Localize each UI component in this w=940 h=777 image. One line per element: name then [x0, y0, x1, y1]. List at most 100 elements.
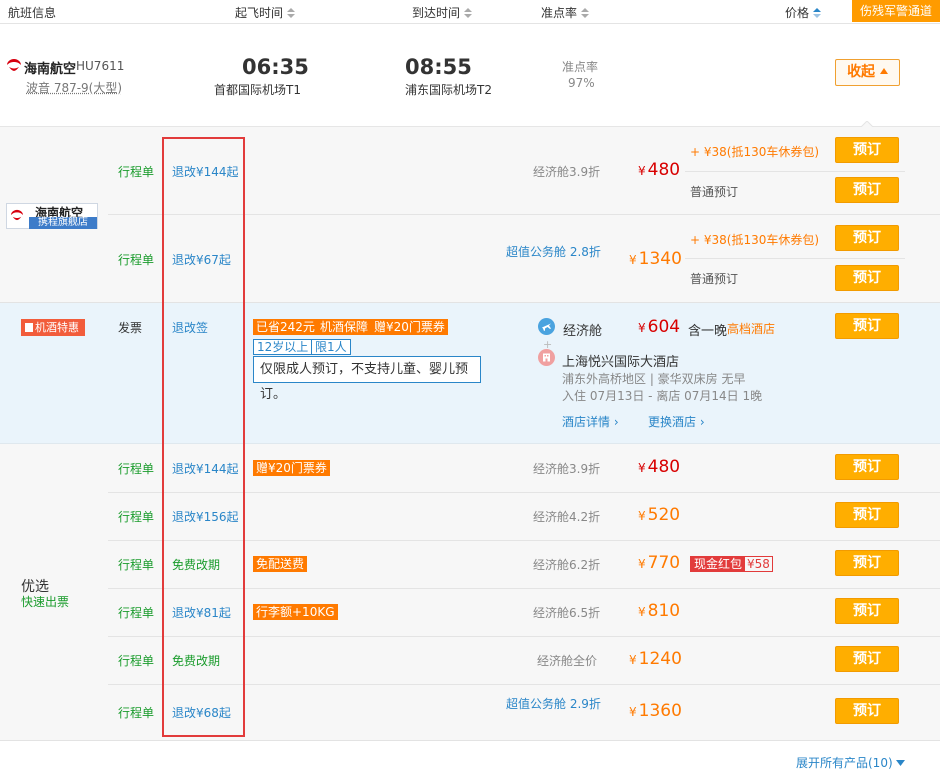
age-tag: 12岁以上 — [253, 339, 313, 355]
price-value: 1240 — [638, 649, 682, 669]
change-hotel-link-label: 更换酒店 — [648, 415, 697, 429]
depart-airport: 首都国际机场T1 — [214, 83, 301, 97]
price-value: 604 — [647, 317, 681, 337]
preferred-group: 优选 快速出票 行程单 退改¥144起 赠¥20门票券 经济舱3.9折 ¥480… — [0, 444, 940, 741]
currency-symbol: ¥ — [638, 461, 646, 475]
normal-booking-label: 普通预订 — [690, 185, 739, 199]
ticket-type: 行程单 — [118, 654, 155, 668]
guarantee-tag: 机酒保障 — [317, 319, 372, 335]
header-arrive-time[interactable]: 到达时间 — [412, 4, 473, 21]
caret-up-icon — [879, 68, 888, 74]
hainan-store-group: 海南航空 携程旗舰店 行程单 退改¥144起 经济舱3.9折 ¥480 + ¥3… — [0, 127, 940, 303]
promo-coupon[interactable]: + ¥38(抵130车休券包) — [690, 231, 819, 248]
header-ontime-label: 准点率 — [541, 6, 578, 20]
cabin-discount: 超值公务舱 2.9折 — [506, 697, 601, 711]
book-button[interactable]: 预订 — [835, 550, 899, 576]
hotel-detail-link-label: 酒店详情 — [562, 415, 611, 429]
price-value: 520 — [647, 505, 681, 525]
preferred-subtitle: 快速出票 — [21, 595, 70, 609]
book-button[interactable]: 预订 — [835, 646, 899, 672]
store-subtitle: 携程旗舰店 — [29, 217, 97, 229]
highlight-box — [162, 137, 245, 737]
collapse-button[interactable]: 收起 — [835, 59, 900, 86]
sort-asc-icon — [813, 8, 822, 18]
divider — [685, 171, 905, 172]
package-price: ¥604 — [638, 317, 680, 337]
airline-logo-icon — [7, 59, 21, 71]
header-price[interactable]: 价格 — [785, 4, 822, 21]
cash-bonus-label: 现金红包 — [691, 557, 746, 571]
hotel-icon — [538, 349, 555, 366]
offer-tag: 行李额+10KG — [253, 604, 338, 620]
price: ¥520 — [638, 505, 680, 525]
saved-tag: 已省242元 — [253, 319, 318, 335]
plane-icon — [538, 318, 555, 335]
collapse-label: 收起 — [847, 64, 876, 80]
header-depart-time[interactable]: 起飞时间 — [235, 4, 296, 21]
change-hotel-link[interactable]: 更换酒店 › — [648, 413, 705, 430]
currency-symbol: ¥ — [629, 705, 637, 719]
header-ontime[interactable]: 准点率 — [541, 4, 590, 21]
header-depart-label: 起飞时间 — [235, 6, 284, 20]
normal-booking-label: 普通预订 — [690, 272, 739, 286]
expand-all-link[interactable]: 展开所有产品(10) — [796, 754, 906, 771]
ticket-type: 发票 — [118, 321, 143, 335]
currency-symbol: ¥ — [638, 605, 646, 619]
book-normal-button[interactable]: 预订 — [835, 177, 899, 203]
flight-hotel-package: 机酒特惠 发票 退改签 已省242元 机酒保障 赠¥20门票券 12岁以上 限1… — [0, 303, 940, 444]
caret-down-icon — [896, 760, 906, 766]
price: ¥1240 — [629, 649, 682, 669]
aircraft-type[interactable]: 波音 787-9(大型) — [26, 79, 122, 96]
sort-icon — [287, 8, 296, 18]
book-package-button[interactable]: 预订 — [835, 313, 899, 339]
cabin-discount: 经济舱6.5折 — [533, 606, 601, 620]
currency-symbol: ¥ — [638, 164, 646, 178]
divider — [685, 258, 905, 259]
ticket-type: 行程单 — [118, 606, 155, 620]
price-value: 1340 — [638, 249, 682, 269]
package-badge: 机酒特惠 — [21, 319, 85, 336]
hotel-detail: 浦东外高桥地区 | 豪华双床房 无早 — [562, 372, 746, 386]
checkin-dates: 入住 07月13日 - 离店 07月14日 1晚 — [562, 389, 763, 403]
promo-coupon[interactable]: + ¥38(抵130车休券包) — [690, 143, 819, 160]
header-price-label: 价格 — [785, 6, 810, 20]
book-button[interactable]: 预订 — [835, 598, 899, 624]
book-button[interactable]: 预订 — [835, 698, 899, 724]
book-promo-button[interactable]: 预订 — [835, 137, 899, 163]
ticket-type: 行程单 — [118, 510, 155, 524]
hotel-level: 高档酒店 — [727, 322, 776, 336]
special-channel-button[interactable]: 伤残军警通道 — [852, 0, 940, 22]
store-badge[interactable]: 海南航空 携程旗舰店 — [6, 203, 98, 229]
price-value: 770 — [647, 553, 681, 573]
ticket-type: 行程单 — [118, 253, 155, 267]
cabin-discount: 经济舱3.9折 — [533, 165, 601, 179]
price-value: 810 — [647, 601, 681, 621]
table-header: 航班信息 起飞时间 到达时间 准点率 价格 伤残军警通道 — [0, 0, 940, 24]
cabin-discount: 经济舱全价 — [537, 654, 598, 668]
price-value: 1360 — [638, 701, 682, 721]
limit-tag: 限1人 — [311, 339, 351, 355]
airline-name: 海南航空 — [24, 62, 77, 77]
book-button[interactable]: 预订 — [835, 502, 899, 528]
cabin-discount: 超值公务舱 2.8折 — [506, 245, 601, 259]
package-badge-label: 机酒特惠 — [35, 321, 79, 334]
header-arrive-label: 到达时间 — [412, 6, 461, 20]
package-cabin: 经济舱 — [563, 324, 603, 339]
book-button[interactable]: 预订 — [835, 454, 899, 480]
flight-number: HU7611 — [76, 59, 125, 73]
book-normal-button[interactable]: 预订 — [835, 265, 899, 291]
hotel-detail-link[interactable]: 酒店详情 › — [562, 413, 619, 430]
currency-symbol: ¥ — [638, 557, 646, 571]
chevron-right-icon: › — [699, 415, 705, 429]
currency-symbol: ¥ — [629, 653, 637, 667]
stay-label: 含一晚 — [688, 324, 728, 339]
ticket-type: 行程单 — [118, 558, 155, 572]
cabin-discount: 经济舱4.2折 — [533, 510, 601, 524]
hotel-building-icon — [25, 323, 33, 332]
header-flight-info: 航班信息 — [8, 6, 57, 20]
age-restriction-tooltip: 仅限成人预订，不支持儿童、婴儿预订。 — [253, 356, 481, 402]
book-promo-button[interactable]: 预订 — [835, 225, 899, 251]
offer-tag: 赠¥20门票券 — [253, 460, 330, 476]
hotel-name[interactable]: 上海悦兴国际大酒店 — [562, 351, 679, 370]
price: ¥810 — [638, 601, 680, 621]
